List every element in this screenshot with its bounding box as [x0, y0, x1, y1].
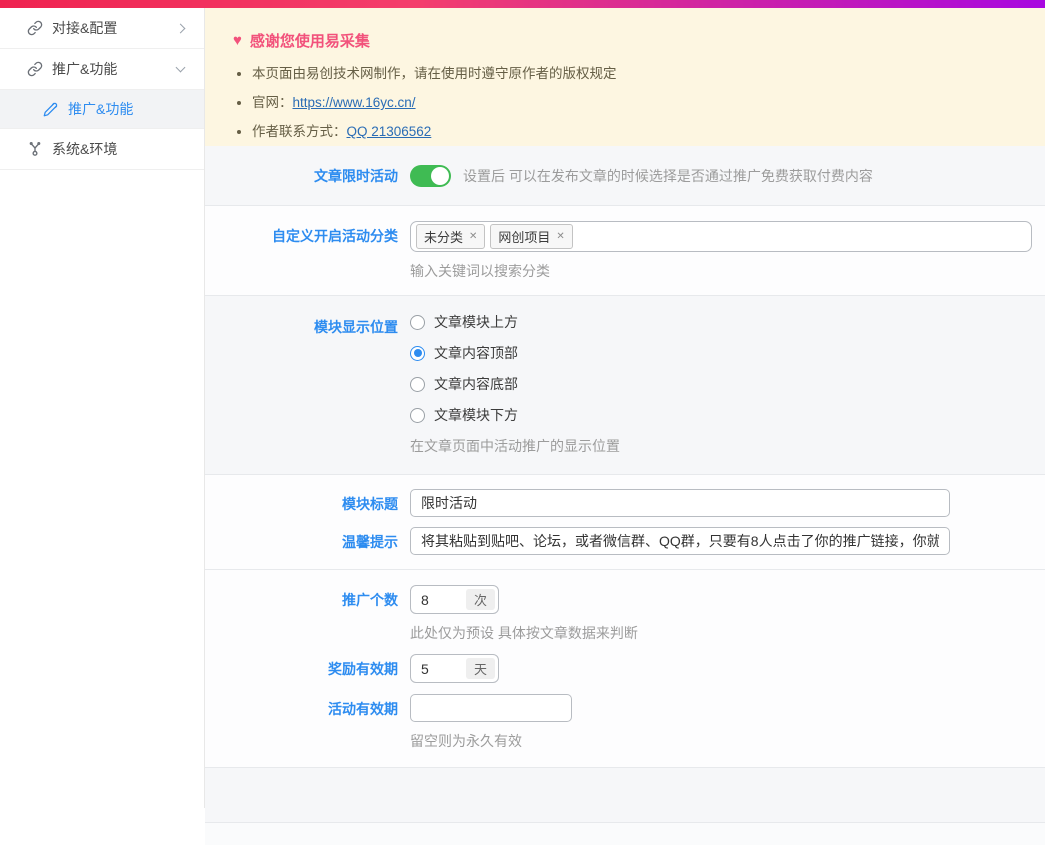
sidebar-item-label: 推广&功能: [52, 59, 117, 79]
position-option[interactable]: 文章内容顶部: [410, 343, 1045, 363]
position-help: 在文章页面中活动推广的显示位置: [410, 436, 1045, 456]
tag-label: 网创项目: [498, 227, 550, 246]
position-option[interactable]: 文章模块下方: [410, 405, 1045, 425]
category-help: 输入关键词以搜索分类: [410, 261, 1045, 281]
notice-item-text: 本页面由易创技术网制作，请在使用时遵守原作者的版权规定: [252, 66, 617, 81]
section-promo-settings: 推广个数 次 此处仅为预设 具体按文章数据来判断 奖励有效期: [205, 570, 1045, 768]
section-position: 模块显示位置 文章模块上方 文章内容顶部 文章内容底部: [205, 296, 1045, 475]
activity-period-help: 留空则为永久有效: [410, 731, 1045, 751]
settings-form: 文章限时活动 设置后 可以在发布文章的时候选择是否通过推广免费获取付费内容 自定…: [205, 146, 1045, 845]
link-icon: [26, 20, 43, 37]
remove-tag-icon[interactable]: ✕: [556, 232, 564, 242]
category-tag: 网创项目 ✕: [490, 224, 572, 249]
field-label-category: 自定义开启活动分类: [205, 221, 398, 246]
promo-count-input-group: 次: [410, 585, 499, 614]
sidebar: 对接&配置 推广&功能 推广&功能 系统&环境: [0, 8, 205, 808]
promo-count-help: 此处仅为预设 具体按文章数据来判断: [410, 623, 1045, 643]
field-label-promo-count: 推广个数: [205, 585, 398, 610]
sidebar-subitem-label: 推广&功能: [68, 99, 133, 119]
section-category: 自定义开启活动分类 未分类 ✕ 网创项目 ✕ 输入关键: [205, 206, 1045, 296]
position-option-label: 文章内容底部: [434, 374, 518, 394]
module-title-input[interactable]: [410, 489, 950, 517]
notice-item: 作者联系方式：QQ 21306562: [252, 120, 1017, 140]
notice-item-prefix: 作者联系方式：: [252, 124, 347, 139]
position-radio[interactable]: [410, 315, 425, 330]
section-empty: [205, 768, 1045, 823]
field-label-reward-period: 奖励有效期: [205, 654, 398, 679]
chevron-down-icon: [176, 63, 186, 73]
notice-title-text: 感谢您使用易采集: [250, 30, 370, 51]
toggle-knob: [431, 167, 449, 185]
reward-period-input[interactable]: [411, 655, 463, 682]
position-option[interactable]: 文章内容底部: [410, 374, 1045, 394]
reward-period-input-group: 天: [410, 654, 499, 683]
main-content: ♥ 感谢您使用易采集 本页面由易创技术网制作，请在使用时遵守原作者的版权规定 官…: [205, 8, 1045, 808]
tag-label: 未分类: [424, 227, 463, 246]
tip-input[interactable]: [410, 527, 950, 555]
field-label-activity-period: 活动有效期: [205, 694, 398, 719]
position-radio[interactable]: [410, 408, 425, 423]
section-empty-footer: [205, 823, 1045, 845]
position-option-label: 文章模块下方: [434, 405, 518, 425]
unit-addon-days: 天: [466, 658, 495, 679]
promo-count-input[interactable]: [411, 586, 463, 613]
sidebar-item-promotion-functions[interactable]: 推广&功能: [0, 49, 204, 90]
limited-activity-toggle[interactable]: [410, 165, 451, 187]
notice-title: ♥ 感谢您使用易采集: [233, 30, 1017, 51]
unit-addon-times: 次: [466, 589, 495, 610]
official-site-link[interactable]: https://www.16yc.cn/: [293, 95, 416, 110]
sidebar-item-system-environment[interactable]: 系统&环境: [0, 129, 204, 170]
field-label-module-title: 模块标题: [205, 489, 398, 514]
activity-period-input[interactable]: [410, 694, 572, 722]
qq-contact-link[interactable]: QQ 21306562: [347, 124, 432, 139]
position-option-label: 文章内容顶部: [434, 343, 518, 363]
chevron-right-icon: [176, 23, 186, 33]
link-icon: [26, 61, 43, 78]
notice-item: 官网：https://www.16yc.cn/: [252, 91, 1017, 111]
heart-icon: ♥: [233, 32, 242, 49]
position-option-label: 文章模块上方: [434, 312, 518, 332]
position-radio[interactable]: [410, 377, 425, 392]
field-label-tip: 温馨提示: [205, 527, 398, 552]
position-option[interactable]: 文章模块上方: [410, 312, 1045, 332]
section-limited-activity: 文章限时活动 设置后 可以在发布文章的时候选择是否通过推广免费获取付费内容: [205, 146, 1045, 206]
notice-item-prefix: 官网：: [252, 95, 293, 110]
notice-panel: ♥ 感谢您使用易采集 本页面由易创技术网制作，请在使用时遵守原作者的版权规定 官…: [205, 8, 1045, 146]
top-gradient-bar: [0, 0, 1045, 8]
category-tag: 未分类 ✕: [416, 224, 485, 249]
field-label-position: 模块显示位置: [205, 312, 398, 337]
category-tags-input[interactable]: 未分类 ✕ 网创项目 ✕: [410, 221, 1032, 252]
sidebar-item-label: 对接&配置: [52, 18, 117, 38]
sidebar-item-docking-config[interactable]: 对接&配置: [0, 8, 204, 49]
notice-item: 本页面由易创技术网制作，请在使用时遵守原作者的版权规定: [252, 62, 1017, 82]
notice-list: 本页面由易创技术网制作，请在使用时遵守原作者的版权规定 官网：https://w…: [235, 62, 1017, 140]
wand-icon: [42, 101, 59, 118]
remove-tag-icon[interactable]: ✕: [469, 232, 477, 242]
section-module-text: 模块标题 温馨提示: [205, 475, 1045, 570]
sidebar-item-label: 系统&环境: [52, 139, 117, 159]
position-radio[interactable]: [410, 346, 425, 361]
field-label-limited-activity: 文章限时活动: [205, 166, 398, 186]
sidebar-subitem-promotion-functions[interactable]: 推广&功能: [0, 90, 204, 129]
limited-activity-help: 设置后 可以在发布文章的时候选择是否通过推广免费获取付费内容: [463, 166, 873, 186]
branch-icon: [26, 141, 43, 158]
